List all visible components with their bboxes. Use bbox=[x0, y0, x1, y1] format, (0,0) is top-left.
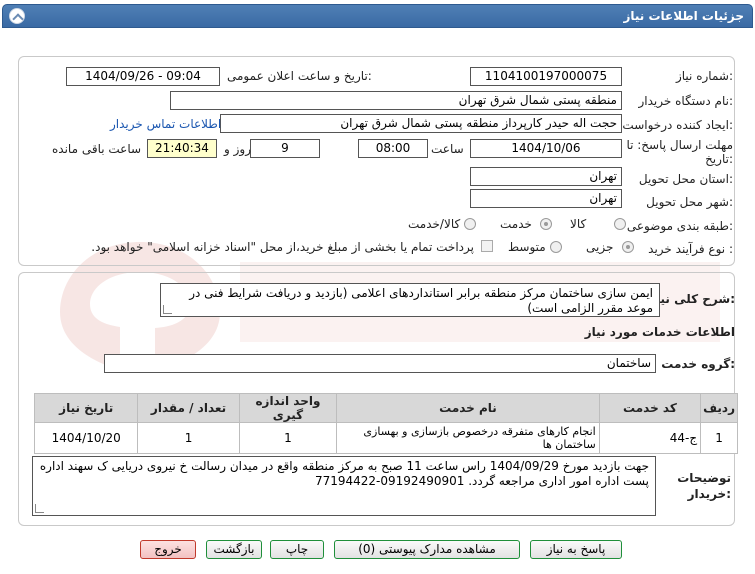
table-header-row: ردیف کد خدمت نام خدمت واحد اندازه گیری ت… bbox=[33, 393, 738, 423]
collapse-icon[interactable] bbox=[9, 8, 25, 24]
need-number-field: 1104100197000075 bbox=[470, 67, 622, 86]
buyer-org-label: نام دستگاه خریدار: bbox=[638, 94, 734, 108]
buyer-contact-link[interactable]: اطلاعات تماس خریدار bbox=[110, 117, 221, 131]
reply-button[interactable]: پاسخ به نیاز bbox=[530, 540, 622, 559]
need-number-label: شماره نیاز: bbox=[675, 69, 733, 83]
treasury-payment-checkbox[interactable] bbox=[481, 240, 493, 252]
services-info-title: اطلاعات خدمات مورد نیاز bbox=[584, 325, 735, 339]
summary-textarea[interactable]: ایمن سازی ساختمان مرکز منطقه برابر استان… bbox=[160, 283, 660, 317]
buyer-notes-textarea[interactable]: جهت بازدید مورخ 1404/09/29 راس ساعت 11 ص… bbox=[32, 456, 656, 516]
deadline-time-field: 08:00 bbox=[358, 139, 428, 158]
deadline-time-label: ساعت bbox=[431, 142, 464, 156]
exit-button[interactable]: خروج bbox=[140, 540, 196, 559]
province-label: استان محل تحویل: bbox=[638, 172, 733, 186]
column-header: ردیف bbox=[700, 393, 738, 423]
column-header: واحد اندازه گیری bbox=[238, 393, 338, 423]
city-label: شهر محل تحویل: bbox=[646, 195, 733, 209]
process-radio-minor[interactable] bbox=[622, 241, 634, 253]
creator-field: حجت اله حیدر کارپرداز منطقه پستی شمال شر… bbox=[220, 114, 622, 133]
table-cell: 1404/10/20 bbox=[33, 422, 139, 454]
table-cell: ج-44 bbox=[598, 422, 702, 454]
service-group-label: گروه خدمت: bbox=[661, 357, 735, 371]
summary-label: شرح کلی نیاز: bbox=[649, 292, 735, 306]
process-option-medium: متوسط bbox=[508, 240, 546, 254]
service-group-field: ساختمان bbox=[104, 354, 656, 373]
table-row: 1 ج-44 انجام کارهای متفرقه درخصوص بازساز… bbox=[33, 422, 738, 454]
table-cell: 1 bbox=[137, 422, 240, 454]
process-type-label: نوع فرآیند خرید : bbox=[648, 242, 733, 256]
buyer-org-field: منطقه پستی شمال شرق تهران bbox=[170, 91, 622, 110]
deadline-label-date: تاریخ: bbox=[705, 152, 733, 166]
column-header: تاریخ نیاز bbox=[33, 393, 139, 423]
request-info-panel bbox=[18, 56, 735, 266]
treasury-payment-note: پرداخت تمام یا بخشی از مبلغ خرید،از محل … bbox=[91, 240, 474, 254]
buyer-notes-text: جهت بازدید مورخ 1404/09/29 راس ساعت 11 ص… bbox=[39, 459, 649, 488]
creator-label: ایجاد کننده درخواست: bbox=[622, 118, 733, 132]
buyer-notes-label: توضیحات bbox=[677, 471, 731, 485]
page-title: جزئیات اطلاعات نیاز bbox=[623, 9, 744, 23]
resize-grip-icon[interactable] bbox=[35, 504, 44, 513]
buyer-notes-label-2: خریدار: bbox=[687, 487, 731, 501]
category-option-goods: کالا bbox=[570, 217, 587, 231]
table-cell: انجام کارهای متفرقه درخصوص بازسازی و بهس… bbox=[336, 422, 600, 454]
category-radio-service[interactable] bbox=[540, 218, 552, 230]
remaining-time-label: ساعت باقی مانده bbox=[52, 142, 142, 156]
column-header: تعداد / مقدار bbox=[137, 393, 240, 423]
province-field: تهران bbox=[470, 167, 622, 186]
summary-text: ایمن سازی ساختمان مرکز منطقه برابر استان… bbox=[189, 286, 653, 315]
process-radio-medium[interactable] bbox=[550, 241, 562, 253]
table-cell: 1 bbox=[700, 422, 738, 454]
announce-date-field: 1404/09/26 - 09:04 bbox=[66, 67, 220, 86]
attachments-button[interactable]: مشاهده مدارک پیوستی (0) bbox=[334, 540, 520, 559]
category-radio-goods-service[interactable] bbox=[464, 218, 476, 230]
deadline-label: مهلت ارسال پاسخ: تا bbox=[626, 138, 733, 152]
days-remaining-field: 9 bbox=[250, 139, 320, 158]
column-header: کد خدمت bbox=[598, 393, 702, 423]
remaining-time-field: 21:40:34 bbox=[147, 139, 217, 158]
days-label: روز و bbox=[224, 142, 251, 156]
resize-grip-icon[interactable] bbox=[163, 305, 172, 314]
city-field: تهران bbox=[470, 189, 622, 208]
category-label: طبقه بندی موضوعی: bbox=[626, 219, 733, 233]
process-option-minor: جزیی bbox=[586, 240, 614, 254]
column-header: نام خدمت bbox=[336, 393, 600, 423]
page-header: جزئیات اطلاعات نیاز bbox=[2, 4, 753, 28]
category-option-goods-service: کالا/خدمت bbox=[408, 217, 461, 231]
announce-date-label: تاریخ و ساعت اعلان عمومی: bbox=[227, 69, 372, 83]
deadline-date-field: 1404/10/06 bbox=[470, 139, 622, 158]
table-cell: 1 bbox=[238, 422, 338, 454]
category-radio-goods[interactable] bbox=[614, 218, 626, 230]
services-table: ردیف کد خدمت نام خدمت واحد اندازه گیری ت… bbox=[33, 393, 738, 454]
back-button[interactable]: بازگشت bbox=[206, 540, 262, 559]
print-button[interactable]: چاپ bbox=[270, 540, 324, 559]
category-option-service: خدمت bbox=[500, 217, 532, 231]
